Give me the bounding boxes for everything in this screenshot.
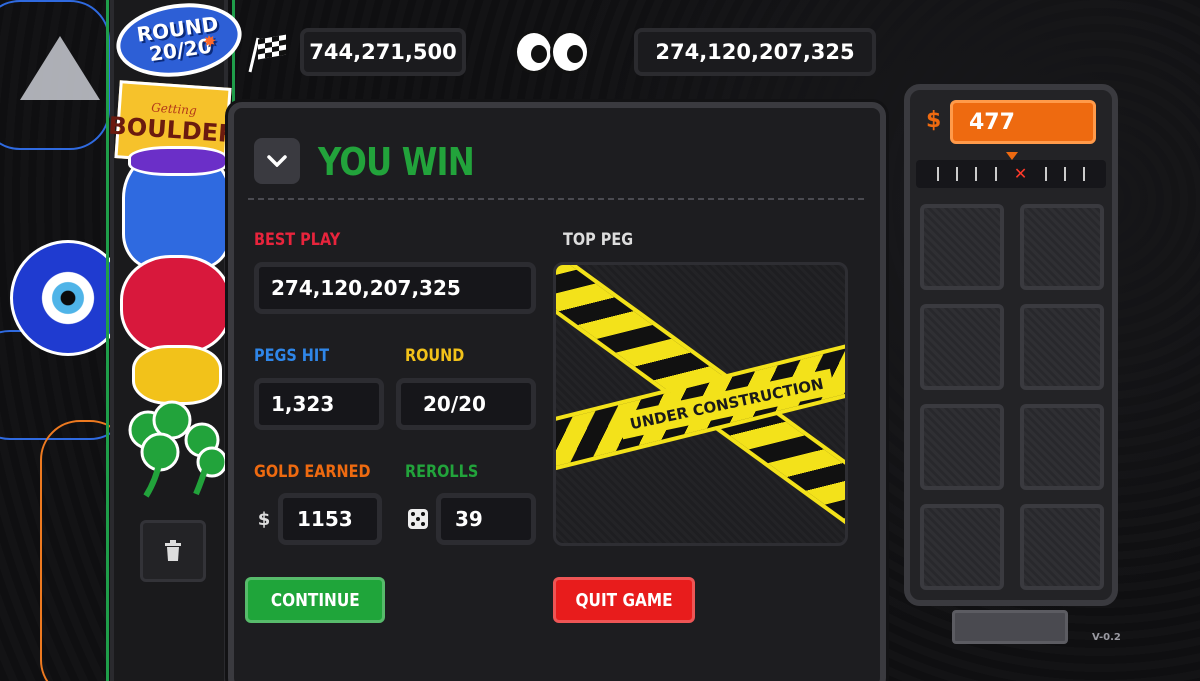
pegs-hit-value: 1,323 bbox=[254, 378, 384, 430]
quit-game-label: QUIT GAME bbox=[575, 589, 673, 611]
rope-decoration bbox=[0, 0, 110, 150]
version-label: V-0.2 bbox=[1092, 632, 1121, 643]
rerolls-label: REROLLS bbox=[405, 462, 479, 482]
top-peg-label: TOP PEG bbox=[563, 230, 634, 250]
green-trim bbox=[106, 0, 109, 681]
current-score: 274,120,207,325 bbox=[634, 28, 876, 76]
trash-button[interactable] bbox=[140, 520, 206, 582]
inventory-slot[interactable] bbox=[1020, 504, 1104, 590]
clover-relic-icon[interactable] bbox=[116, 400, 230, 500]
best-play-label: BEST PLAY bbox=[254, 230, 341, 250]
inventory-slot[interactable] bbox=[1020, 304, 1104, 390]
inventory-slot[interactable] bbox=[1020, 204, 1104, 290]
ruler-x-mark: ✕ bbox=[1013, 164, 1028, 183]
top-peg-box: UNDER CONSTRUCTION bbox=[553, 262, 848, 546]
dice-icon bbox=[408, 509, 428, 529]
round-label: ROUND bbox=[405, 346, 465, 366]
burst-icon: ✸ bbox=[201, 30, 218, 52]
divider bbox=[248, 198, 864, 200]
inventory-slot[interactable] bbox=[1020, 404, 1104, 490]
gold-prefix: $ bbox=[257, 508, 271, 530]
eyes-icon bbox=[514, 30, 594, 74]
relic-red-figure[interactable] bbox=[120, 255, 232, 355]
boulder-title: BOULDER bbox=[107, 111, 238, 149]
gold-balance: 477 bbox=[950, 100, 1096, 144]
chevron-down-icon bbox=[267, 155, 287, 167]
ruler-marker-icon bbox=[1006, 152, 1018, 160]
modal-title: YOU WIN bbox=[318, 140, 475, 184]
inventory-slot[interactable] bbox=[920, 404, 1004, 490]
pegs-hit-label: PEGS HIT bbox=[254, 346, 330, 366]
inventory-slot[interactable] bbox=[920, 504, 1004, 590]
inventory-slot[interactable] bbox=[920, 204, 1004, 290]
rerolls-value: 39 bbox=[436, 493, 536, 545]
target-score: 744,271,500 bbox=[300, 28, 466, 76]
gold-earned-value: 1153 bbox=[278, 493, 382, 545]
relic-purple-cap bbox=[128, 146, 228, 176]
trash-icon bbox=[165, 540, 181, 561]
gold-earned-label: GOLD EARNED bbox=[254, 462, 371, 482]
inventory-slot[interactable] bbox=[920, 304, 1004, 390]
continue-button[interactable]: CONTINUE bbox=[245, 577, 385, 623]
connector-port bbox=[952, 610, 1068, 644]
progress-ruler: ✕ bbox=[916, 160, 1106, 188]
relic-yellow-blob[interactable] bbox=[132, 345, 222, 405]
quit-game-button[interactable]: QUIT GAME bbox=[553, 577, 695, 623]
best-play-value: 274,120,207,325 bbox=[254, 262, 536, 314]
round-value: 20/20 bbox=[396, 378, 536, 430]
continue-label: CONTINUE bbox=[270, 589, 360, 611]
collapse-button[interactable] bbox=[254, 138, 300, 184]
gold-sign: $ bbox=[926, 108, 942, 133]
checkered-flag-icon bbox=[248, 34, 286, 73]
